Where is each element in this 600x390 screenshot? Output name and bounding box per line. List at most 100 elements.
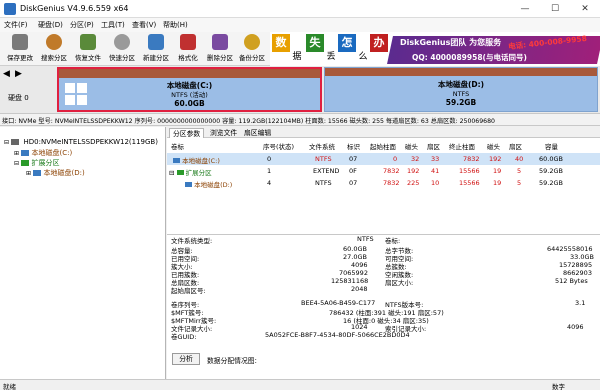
cell-id: 0F (349, 167, 357, 175)
cell-end-sector: 5 (517, 167, 522, 175)
partition-d-block[interactable]: 本地磁盘(D:) NTFS 59.2GB (324, 67, 598, 112)
disk-info-text: 接口: NVMe 型号: NVMeINTELSSDPEKKW12 序列号: 00… (2, 118, 495, 125)
tree-disk-node[interactable]: ⊟ HD0:NVMeINTELSSDPEKKW12(119GB) (4, 138, 158, 146)
menu-disk[interactable]: 硬盘(D) (38, 20, 63, 30)
cell-start-sector: 10 (431, 179, 440, 187)
cell-start-head: 225 (407, 179, 420, 187)
tree-item-c[interactable]: ⊞ 本地磁盘(C:) (14, 148, 72, 158)
search-partition-label: 搜索分区 (41, 54, 67, 62)
collapse-icon[interactable]: ⊟ (4, 139, 9, 146)
tab-browse-files[interactable]: 浏览文件 (207, 128, 240, 138)
next-disk-icon[interactable]: ▶ (15, 69, 22, 79)
cell-id: 07 (349, 155, 358, 163)
expand-icon[interactable]: ⊞ (26, 170, 31, 177)
partition-used-bar (59, 69, 320, 78)
cell-start-cyl: 0 (393, 155, 398, 163)
menu-partition[interactable]: 分区(P) (70, 20, 94, 30)
backup-partition-button[interactable]: 备份分区 (238, 34, 266, 64)
column-header: 起始柱面 (370, 143, 396, 151)
partition-c-fs: NTFS (活动) (171, 91, 208, 99)
detail-value: 4096 (567, 323, 584, 331)
cell-start-head: 192 (407, 167, 420, 175)
banner-char: 数 (272, 34, 290, 52)
partition-icon (185, 182, 192, 187)
allocation-map-label: 数据分配情况图: (207, 357, 257, 365)
tree-item-extended-label: 扩展分区 (31, 159, 60, 167)
tree-item-d-label: 本地磁盘(D:) (43, 169, 85, 177)
table-row[interactable]: ⊟ 扩展分区 1 EXTEND 0F 7832 192 41 15566 19 … (167, 165, 600, 177)
menu-tools[interactable]: 工具(T) (101, 20, 125, 30)
row-label: 本地磁盘(D:) (185, 179, 232, 189)
table-row[interactable]: 本地磁盘(C:) 0 NTFS 07 0 32 33 7832 192 40 6… (167, 153, 600, 165)
quick-partition-icon (114, 34, 130, 50)
partition-table: 卷标 序号(状态) 文件系统 标识 起始柱面 磁头 扇区 终止柱面 磁头 扇区 … (167, 139, 600, 235)
menu-help[interactable]: 帮助(H) (163, 20, 188, 30)
column-header: 扇区 (509, 143, 522, 151)
cell-start-cyl: 7832 (383, 179, 400, 187)
quick-partition-button[interactable]: 快速分区 (108, 34, 136, 64)
detail-value: 33.0GB (570, 253, 594, 261)
cell-capacity: 59.2GB (539, 167, 563, 175)
tab-bar: 分区参数 浏览文件 扇区编辑 (167, 127, 600, 138)
detail-value: 4096 (351, 261, 368, 269)
delete-partition-button[interactable]: 删除分区 (206, 34, 234, 64)
partition-d-size: 59.2GB (445, 98, 477, 107)
save-changes-label: 保存更改 (7, 54, 33, 62)
ad-banner[interactable]: 数 据 失 丢 怎 么 办 DiskGenius团队 为您服务 电话: 400-… (270, 32, 600, 66)
column-header: 标识 (347, 143, 360, 151)
banner-subchar: 据 (292, 52, 302, 62)
expand-icon[interactable]: ⊞ (14, 150, 19, 157)
delete-partition-label: 删除分区 (207, 54, 233, 62)
disk-map: ◀ ▶ 硬盘 0 本地磁盘(C:) NTFS (活动) 60.0GB 本地磁盘(… (0, 66, 600, 114)
tree-item-d[interactable]: ⊞ 本地磁盘(D:) (26, 168, 85, 178)
fs-type-label: 文件系统类型: (171, 237, 213, 245)
save-changes-button[interactable]: 保存更改 (6, 34, 34, 64)
collapse-icon[interactable]: ⊟ (14, 160, 19, 167)
partition-icon (21, 160, 30, 166)
cell-index: 4 (267, 179, 272, 187)
partition-c-block[interactable]: 本地磁盘(C:) NTFS (活动) 60.0GB (57, 67, 322, 112)
cell-end-head: 192 (489, 155, 502, 163)
prev-disk-icon[interactable]: ◀ (3, 69, 10, 79)
column-header: 序号(状态) (263, 143, 295, 151)
detail-value: 27.0GB (343, 253, 367, 261)
maximize-button[interactable]: ☐ (540, 0, 570, 18)
tab-sector-edit[interactable]: 扇区编辑 (241, 128, 274, 138)
partition-icon (173, 158, 180, 163)
new-partition-button[interactable]: 新建分区 (142, 34, 170, 64)
cell-index: 1 (267, 167, 272, 175)
app-icon (4, 3, 16, 15)
detail-key: 卷GUID: (171, 333, 197, 341)
detail-value: 8662903 (563, 269, 592, 277)
save-icon (12, 34, 28, 50)
partition-icon (176, 170, 184, 175)
analyze-button[interactable]: 分析 (172, 353, 200, 365)
disk-label: 硬盘 0 (8, 94, 29, 102)
table-row[interactable]: 本地磁盘(D:) 4 NTFS 07 7832 225 10 15566 19 … (167, 177, 600, 189)
banner-subchar: 丢 (326, 52, 336, 62)
menu-view[interactable]: 查看(V) (132, 20, 156, 30)
close-button[interactable]: ✕ (570, 0, 600, 18)
format-label: 格式化 (178, 54, 198, 62)
tree-item-extended[interactable]: ⊟ 扩展分区 (14, 158, 60, 168)
format-button[interactable]: 格式化 (174, 34, 202, 64)
tab-partition-params[interactable]: 分区参数 (169, 128, 205, 138)
cell-start-sector: 41 (431, 167, 440, 175)
column-header: 终止柱面 (449, 143, 475, 151)
banner-char: 失 (306, 34, 324, 52)
column-header: 扇区 (427, 143, 440, 151)
partition-d-fs: NTFS (452, 90, 470, 98)
row-label: ⊟ 扩展分区 (169, 169, 212, 177)
search-partition-button[interactable]: 搜索分区 (40, 34, 68, 64)
cell-end-sector: 40 (515, 155, 524, 163)
menu-bar: 文件(F) 硬盘(D) 分区(P) 工具(T) 查看(V) 帮助(H) (0, 18, 600, 32)
recover-files-label: 恢复文件 (75, 54, 101, 62)
detail-value: 5A052FCE-B8F7-4534-80DF-5066CE2BD0D4 (265, 331, 410, 339)
banner-qq: QQ: 4000089958(与电话同号) (412, 53, 527, 62)
recover-files-button[interactable]: 恢复文件 (74, 34, 102, 64)
cell-end-head: 19 (493, 179, 502, 187)
menu-file[interactable]: 文件(F) (4, 20, 28, 30)
disk-nav-arrows[interactable]: ◀ ▶ (3, 69, 53, 81)
cell-end-cyl: 7832 (463, 155, 480, 163)
minimize-button[interactable]: — (510, 0, 540, 18)
